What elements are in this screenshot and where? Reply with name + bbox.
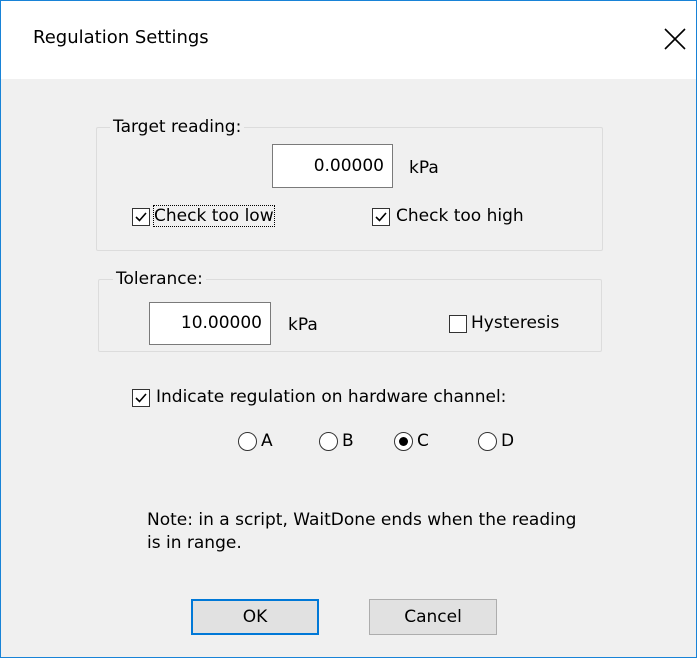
ok-button[interactable]: OK bbox=[191, 599, 319, 635]
tolerance-input[interactable]: 10.00000 bbox=[149, 302, 271, 345]
check-too-low-label: Check too low bbox=[153, 205, 275, 227]
dialog-title: Regulation Settings bbox=[33, 27, 209, 48]
channel-label: C bbox=[417, 431, 429, 451]
channel-label: D bbox=[501, 431, 515, 451]
close-icon[interactable] bbox=[659, 23, 691, 55]
radio-circle bbox=[394, 432, 413, 451]
radio-selected-dot bbox=[399, 437, 408, 446]
note-text: Note: in a script, WaitDone ends when th… bbox=[147, 510, 577, 553]
hysteresis-label: Hysteresis bbox=[471, 313, 560, 333]
checkbox-box bbox=[132, 208, 150, 226]
checkbox-box bbox=[132, 389, 150, 407]
target-reading-label: Target reading: bbox=[110, 117, 245, 137]
checkbox-box bbox=[449, 315, 467, 333]
target-reading-input[interactable]: 0.00000 bbox=[272, 144, 393, 188]
radio-circle bbox=[238, 432, 257, 451]
regulation-settings-dialog: Regulation Settings Target reading: 0.00… bbox=[0, 0, 697, 658]
title-bar: Regulation Settings bbox=[1, 1, 696, 79]
target-unit-label: kPa bbox=[409, 158, 439, 178]
channel-label: A bbox=[261, 431, 273, 451]
checkbox-box bbox=[372, 208, 390, 226]
tolerance-label: Tolerance: bbox=[113, 269, 206, 289]
radio-circle bbox=[478, 432, 497, 451]
check-too-high-label: Check too high bbox=[396, 206, 524, 226]
channel-label: B bbox=[342, 431, 354, 451]
radio-circle bbox=[319, 432, 338, 451]
indicate-regulation-label: Indicate regulation on hardware channel: bbox=[156, 387, 507, 407]
cancel-button[interactable]: Cancel bbox=[369, 599, 497, 635]
tolerance-unit-label: kPa bbox=[288, 315, 318, 335]
